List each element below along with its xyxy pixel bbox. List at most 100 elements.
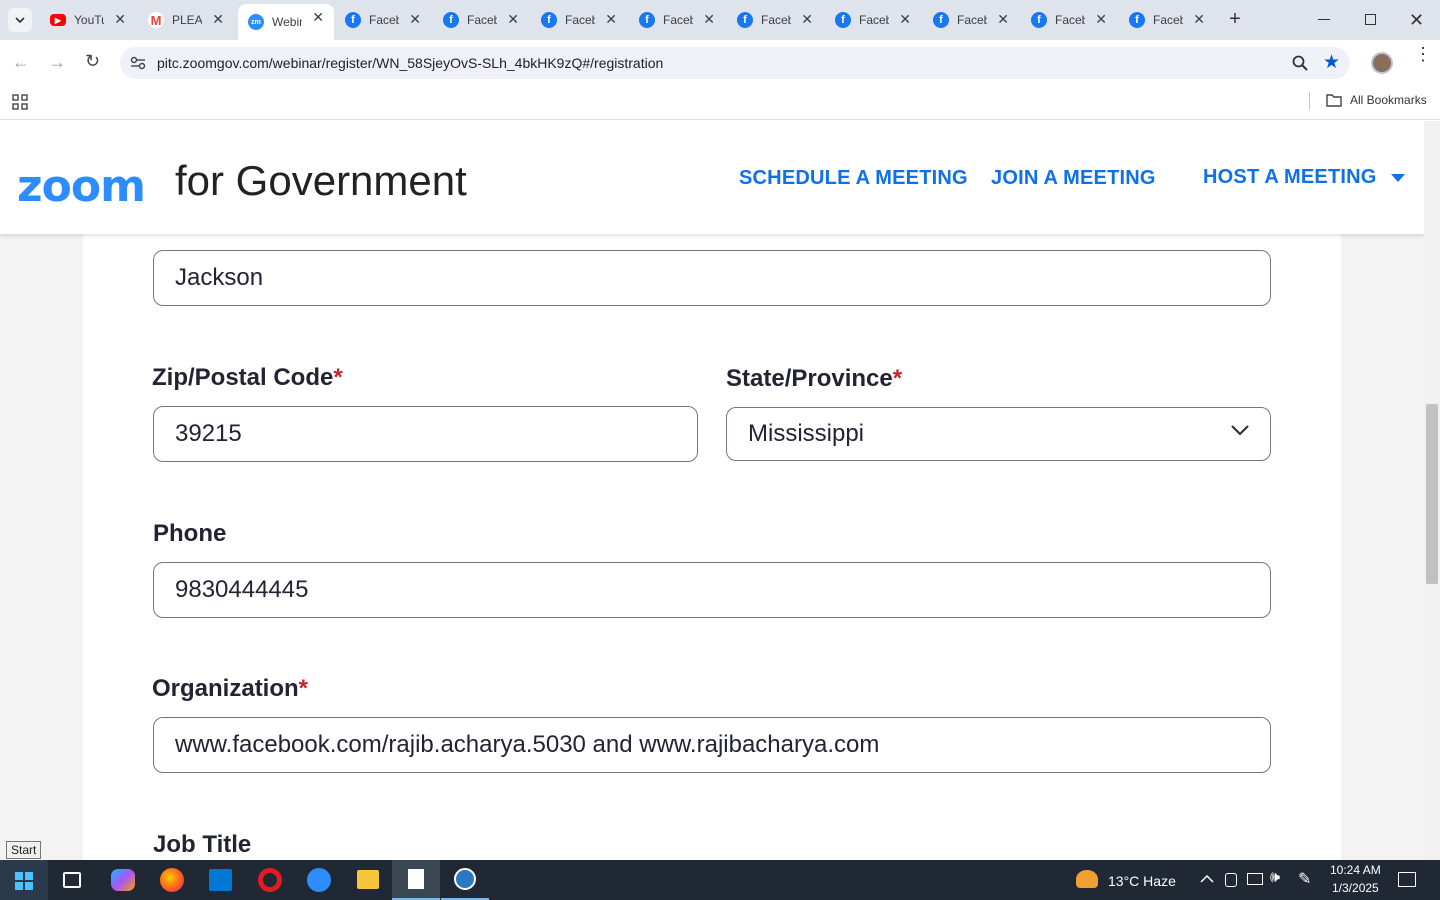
- notepad-app-icon[interactable]: [392, 860, 440, 900]
- close-icon[interactable]: ✕: [801, 11, 813, 28]
- menu-kebab-icon[interactable]: ⋮: [1414, 45, 1432, 63]
- state-selected-value: Mississippi: [748, 420, 865, 447]
- file-explorer-icon[interactable]: [357, 870, 379, 889]
- zoom-logo[interactable]: zoom: [17, 161, 146, 212]
- zoom-app-icon[interactable]: [307, 868, 331, 892]
- url-text[interactable]: pitc.zoomgov.com/webinar/register/WN_58S…: [157, 55, 663, 71]
- close-icon[interactable]: ✕: [1193, 11, 1205, 28]
- bookmark-star-icon[interactable]: ★: [1323, 51, 1340, 74]
- browser-tab[interactable]: f Facebook ✕: [825, 6, 921, 34]
- state-label: State/Province*: [726, 365, 902, 393]
- browser-tab[interactable]: f Facebook ✕: [1021, 6, 1117, 34]
- start-tooltip: Start: [6, 841, 42, 859]
- city-input[interactable]: Jackson: [153, 250, 1271, 306]
- close-icon[interactable]: ✕: [997, 11, 1009, 28]
- zip-label: Zip/Postal Code*: [152, 364, 343, 392]
- close-icon[interactable]: ✕: [212, 11, 224, 28]
- store-icon[interactable]: [209, 869, 232, 891]
- caret-down-icon[interactable]: [1391, 174, 1405, 182]
- state-select[interactable]: Mississippi: [726, 407, 1271, 461]
- address-bar[interactable]: pitc.zoomgov.com/webinar/register/WN_58S…: [120, 47, 1350, 79]
- browser-tab[interactable]: f Facebook ✕: [923, 6, 1019, 34]
- chevron-down-icon: [1231, 425, 1249, 436]
- facebook-icon: f: [737, 12, 753, 28]
- close-icon[interactable]: ✕: [899, 11, 911, 28]
- windows-logo-icon: [15, 872, 33, 890]
- browser-tab[interactable]: f Facebook ✕: [531, 6, 627, 34]
- apps-grid-icon[interactable]: [12, 94, 28, 110]
- browser-tab[interactable]: f Facebook ✕: [629, 6, 725, 34]
- tab-title: Facebook: [1055, 13, 1085, 27]
- browser-tab[interactable]: f Facebook ✕: [727, 6, 823, 34]
- browser-tab[interactable]: zm Webinar ✕: [238, 4, 334, 40]
- bookmarks-bar: All Bookmarks: [0, 86, 1440, 120]
- browser-tab[interactable]: f Facebook ✕: [1119, 6, 1215, 34]
- minimize-button[interactable]: [1318, 19, 1330, 20]
- required-mark: *: [892, 365, 903, 392]
- weather-icon[interactable]: [1076, 870, 1098, 888]
- tab-title: Facebook: [859, 13, 889, 27]
- reload-button[interactable]: ↻: [85, 51, 100, 72]
- phone-input[interactable]: 9830444445: [153, 562, 1271, 618]
- firefox-icon[interactable]: [160, 868, 184, 892]
- browser-tab[interactable]: M PLEASE ✕: [138, 6, 234, 34]
- site-header: zoom for Government SCHEDULE A MEETING J…: [0, 121, 1424, 234]
- task-view-icon[interactable]: [63, 872, 81, 888]
- browser-tab[interactable]: f Facebook ✕: [335, 6, 431, 34]
- browser-tab[interactable]: ▶ YouTube ✕: [40, 6, 136, 34]
- tab-title: Facebook: [957, 13, 987, 27]
- new-tab-button[interactable]: +: [1224, 9, 1246, 31]
- meet-now-icon[interactable]: [1225, 873, 1237, 887]
- close-icon[interactable]: ✕: [114, 11, 126, 28]
- tab-title: Facebook: [761, 13, 791, 27]
- nav-schedule-meeting[interactable]: SCHEDULE A MEETING: [739, 167, 968, 190]
- weather-text[interactable]: 13°C Haze: [1108, 873, 1176, 889]
- scrollbar-thumb[interactable]: [1426, 404, 1438, 584]
- start-button[interactable]: [0, 860, 48, 900]
- copilot-icon[interactable]: [111, 869, 135, 891]
- tab-title: Facebook: [1153, 13, 1183, 27]
- profile-avatar[interactable]: [1371, 52, 1393, 74]
- network-icon[interactable]: [1247, 873, 1263, 885]
- tab-title: Facebook: [369, 13, 399, 27]
- gmail-icon: M: [148, 12, 164, 28]
- pen-icon[interactable]: ✎: [1298, 869, 1311, 889]
- zoom-icon: zm: [248, 14, 264, 30]
- back-button[interactable]: ←: [12, 52, 30, 73]
- forward-button[interactable]: →: [48, 52, 66, 73]
- tab-title: Facebook: [663, 13, 693, 27]
- zip-input[interactable]: 39215: [153, 406, 698, 462]
- facebook-icon: f: [541, 12, 557, 28]
- close-icon[interactable]: ✕: [409, 11, 421, 28]
- state-label-text: State/Province: [726, 365, 893, 392]
- organization-input[interactable]: www.facebook.com/rajib.acharya.5030 and …: [153, 717, 1271, 773]
- site-info-icon[interactable]: [130, 56, 146, 70]
- registration-form-card: Jackson Zip/Postal Code* 39215 State/Pro…: [83, 221, 1341, 860]
- opera-icon[interactable]: [258, 868, 282, 892]
- facebook-icon: f: [835, 12, 851, 28]
- close-icon[interactable]: ✕: [507, 11, 519, 28]
- tab-search-button[interactable]: [8, 8, 32, 32]
- notification-icon[interactable]: [1398, 872, 1416, 887]
- maximize-button[interactable]: [1365, 14, 1376, 25]
- facebook-icon: f: [933, 12, 949, 28]
- zoom-icon[interactable]: [1292, 55, 1308, 71]
- close-icon[interactable]: ✕: [1095, 11, 1107, 28]
- organization-label-text: Organization: [152, 675, 299, 702]
- page-content: zoom for Government SCHEDULE A MEETING J…: [0, 121, 1424, 860]
- close-window-button[interactable]: ✕: [1409, 10, 1424, 31]
- close-icon[interactable]: ✕: [312, 9, 324, 26]
- browser-tab[interactable]: f Facebook ✕: [433, 6, 529, 34]
- nav-host-meeting[interactable]: HOST A MEETING: [1203, 166, 1377, 189]
- chevron-up-icon[interactable]: [1200, 875, 1214, 883]
- volume-icon[interactable]: 🕪: [1270, 869, 1280, 887]
- clock-time[interactable]: 10:24 AM: [1330, 863, 1381, 877]
- active-app-icon[interactable]: [441, 860, 489, 900]
- all-bookmarks-link[interactable]: All Bookmarks: [1350, 93, 1427, 107]
- close-icon[interactable]: ✕: [605, 11, 617, 28]
- close-icon[interactable]: ✕: [703, 11, 715, 28]
- nav-join-meeting[interactable]: JOIN A MEETING: [991, 167, 1156, 190]
- tab-title: Facebook: [467, 13, 497, 27]
- required-mark: *: [298, 675, 309, 702]
- clock-date[interactable]: 1/3/2025: [1332, 881, 1379, 895]
